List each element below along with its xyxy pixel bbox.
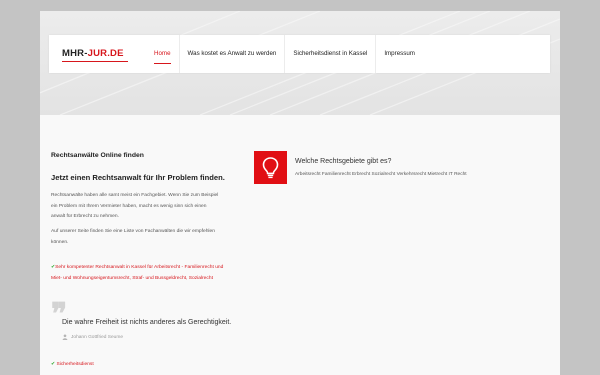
hero-banner: MHR-JUR.DE Home Was kostet es Anwalt zu … — [40, 11, 560, 115]
section-subheading: Rechtsanwälte Online finden — [51, 152, 144, 159]
logo-underline — [62, 61, 128, 62]
list-paragraph: Auf unserer Seite finden Sie eine Liste … — [51, 229, 215, 245]
logo-part2: JUR.DE — [87, 48, 124, 59]
security-service-text: Sicherheitsdienst — [56, 362, 94, 367]
section-heading: Jetzt einen Rechtsanwalt für Ihr Problem… — [51, 173, 225, 182]
main-navbar: MHR-JUR.DE Home Was kostet es Anwalt zu … — [49, 35, 550, 73]
nav-item-home[interactable]: Home — [146, 35, 179, 73]
nav-item-anwalt-kosten[interactable]: Was kostet es Anwalt zu werden — [178, 35, 285, 73]
lightbulb-icon-box — [254, 151, 287, 184]
user-icon — [62, 334, 68, 340]
lawyer-recommendation-link[interactable]: ✔Sehr kompetenter Rechtsanwalt in Kassel… — [51, 263, 233, 284]
page: MHR-JUR.DE Home Was kostet es Anwalt zu … — [40, 11, 560, 375]
site-logo[interactable]: MHR-JUR.DE — [62, 48, 124, 60]
law-areas-title: Welche Rechtsgebiete gibt es? — [295, 158, 392, 165]
quote-author: Johann Gottfried Seume — [62, 334, 123, 340]
intro-paragraph: Rechtsanwälte haben alle samt meist ein … — [51, 193, 219, 219]
lightbulb-icon — [262, 157, 279, 179]
nav-menu: Home Was kostet es Anwalt zu werden Sich… — [146, 35, 423, 73]
security-service-link[interactable]: ✔ Sicherheitsdienst — [51, 361, 94, 367]
quote-text: Die wahre Freiheit ist nichts anderes al… — [62, 319, 232, 326]
lawyer-recommendation-text: Sehr kompetenter Rechtsanwalt in Kassel … — [51, 265, 224, 281]
logo-part1: MHR- — [62, 48, 88, 59]
nav-item-sicherheitsdienst[interactable]: Sicherheitsdienst in Kassel — [284, 35, 375, 73]
law-areas-list: Arbeitsrecht Familienrecht Erbrecht Sozi… — [295, 172, 467, 177]
quote-author-name: Johann Gottfried Seume — [71, 334, 123, 340]
main-content: Rechtsanwälte Online finden Jetzt einen … — [40, 115, 560, 375]
checkmark-icon: ✔ — [51, 362, 56, 367]
nav-item-impressum[interactable]: Impressum — [375, 35, 423, 73]
